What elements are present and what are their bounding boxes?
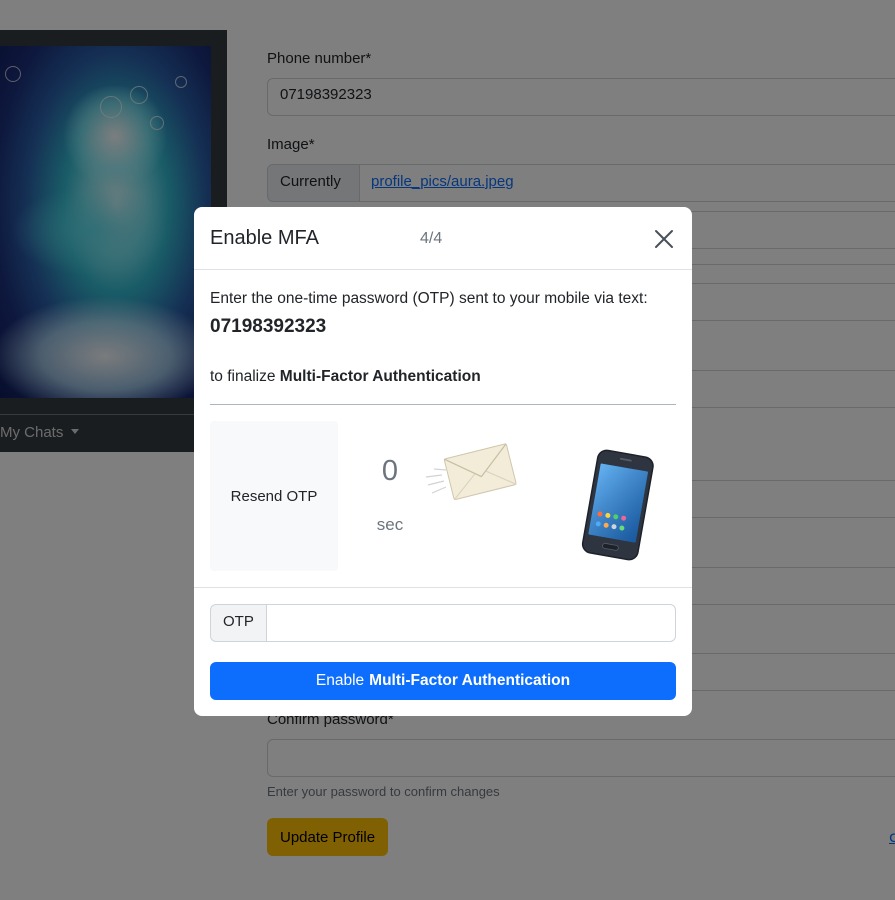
modal-header: Enable MFA 4/4 <box>194 207 692 270</box>
modal-title: Enable MFA <box>210 227 319 249</box>
countdown-unit: sec <box>376 515 404 534</box>
enable-button-prefix: Enable <box>315 672 365 689</box>
otp-label: OTP <box>210 604 267 642</box>
close-icon <box>655 230 673 248</box>
mobile-phone-icon <box>581 449 654 561</box>
otp-input[interactable] <box>266 604 676 642</box>
envelope-icon <box>425 443 517 501</box>
close-button[interactable] <box>654 226 682 252</box>
modal-divider <box>210 404 676 405</box>
modal-step-indicator: 4/4 <box>420 230 443 247</box>
resend-otp-button[interactable]: Resend OTP <box>210 421 338 571</box>
enable-mfa-modal: Enable MFA 4/4 Enter the one-time passwo… <box>194 207 692 716</box>
enable-button-bold: Multi-Factor Authentication <box>369 672 571 689</box>
countdown-value: 0 <box>381 455 399 487</box>
enable-mfa-button[interactable]: Enable Multi-Factor Authentication <box>210 662 676 700</box>
otp-phone-number: 07198392323 <box>210 316 327 337</box>
modal-footer-divider <box>194 587 692 588</box>
finalize-prefix: to finalize <box>210 368 276 385</box>
otp-instruction: Enter the one-time password (OTP) sent t… <box>210 290 648 307</box>
finalize-text: to finalize Multi-Factor Authentication <box>210 368 481 386</box>
finalize-bold: Multi-Factor Authentication <box>279 368 481 385</box>
